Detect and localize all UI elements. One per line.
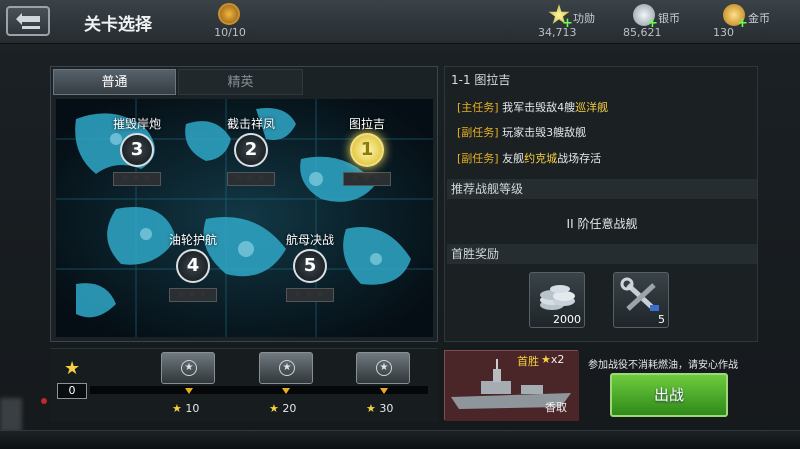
task-tag: [主任务] — [457, 101, 499, 114]
task-text: 我军击毁敌4艘 — [502, 101, 576, 114]
stage-stars: ★★★ — [113, 172, 161, 186]
page-title: 关卡选择 — [84, 15, 152, 35]
reward-header: 首胜奖励 — [447, 244, 757, 264]
stage-stars: ★★★ — [227, 172, 275, 186]
reward-count: 5 — [658, 313, 665, 326]
task-text: 战场存活 — [557, 152, 602, 165]
stage-stars: ★★★ — [286, 288, 334, 302]
star-icon: ★ — [64, 358, 81, 379]
stage-name: 图拉吉 — [348, 117, 385, 131]
stage-name: 截击祥凤 — [226, 117, 275, 131]
sub-task-2: [副任务] 友舰约克城战场存活 — [457, 150, 601, 166]
bottom-bar — [0, 430, 800, 449]
stage-node-1[interactable]: 图拉吉 1 ★★★ — [322, 115, 412, 186]
gold-label: 金币 — [748, 12, 770, 25]
task-tag: [副任务] — [457, 126, 499, 139]
stage-stars: ★★★ — [169, 288, 217, 302]
repair-tools-icon — [620, 277, 659, 311]
reward-chest-20[interactable]: ★ — [259, 352, 313, 384]
reward-repair[interactable]: 5 — [613, 272, 669, 328]
star-count: 0 — [57, 383, 87, 399]
reward-count: 2000 — [553, 313, 581, 326]
chest-emblem-icon: ★ — [279, 360, 295, 376]
stage-name: 航母决战 — [285, 233, 334, 247]
milestone-label: ★ 10 — [172, 402, 200, 415]
stage-node-4[interactable]: 油轮护航 4 ★★★ — [148, 231, 238, 302]
start-battle-button[interactable]: 出战 — [610, 373, 728, 417]
milestone-arrow-icon — [282, 388, 290, 394]
milestone-arrow-icon — [185, 388, 193, 394]
tab-elite[interactable]: 精英 — [178, 69, 303, 95]
stage-detail-panel: 1-1 图拉吉 [主任务] 我军击毁敌4艘巡洋舰 [副任务] 玩家击毁3艘敌舰 … — [444, 66, 758, 342]
ship-name: 香取 — [545, 401, 567, 414]
silver-value: 85,621 — [623, 26, 662, 39]
milestone-arrow-icon — [380, 388, 388, 394]
recommend-value: II 阶任意战舰 — [566, 217, 638, 231]
reward-silver[interactable]: 2000 — [529, 272, 585, 328]
stage-number[interactable]: 1 — [350, 133, 384, 167]
stage-node-5[interactable]: 航母决战 5 ★★★ — [265, 231, 355, 302]
stage-select-screen: 关卡选择 10/10 + 功勋 34,713 + 银币 85,621 + 金币 … — [0, 0, 800, 449]
stage-node-3[interactable]: 摧毁岸炮 3 ★★★ — [92, 115, 182, 186]
merit-label: 功勋 — [573, 12, 595, 25]
stage-node-2[interactable]: 截击祥凤 2 ★★★ — [206, 115, 296, 186]
task-text: 玩家击毁3艘敌舰 — [502, 126, 587, 139]
stage-number[interactable]: 2 — [234, 133, 268, 167]
campaign-map: 摧毁岸炮 3 ★★★ 截击祥凤 2 ★★★ 图拉吉 1 ★★★ 油轮护航 4 ★… — [56, 99, 433, 337]
top-bar: 关卡选择 10/10 + 功勋 34,713 + 银币 85,621 + 金币 … — [0, 0, 800, 44]
tab-normal[interactable]: 普通 — [53, 69, 176, 95]
notification-dot-icon — [41, 398, 47, 404]
milestone-label: ★ 20 — [269, 402, 297, 415]
first-win-multiplier: ★x2 — [541, 353, 565, 366]
fuel-icon — [218, 3, 240, 25]
stage-stars: ★★★ — [343, 172, 391, 186]
milestone-label: ★ 30 — [366, 402, 394, 415]
reward-chest-10[interactable]: ★ — [161, 352, 215, 384]
stage-number[interactable]: 3 — [120, 133, 154, 167]
first-win-label: 首胜 — [517, 355, 539, 368]
recommend-header: 推荐战舰等级 — [447, 179, 757, 199]
fuel-value: 10/10 — [214, 26, 246, 39]
task-highlight: 巡洋舰 — [575, 101, 609, 114]
gold-add-icon[interactable]: + — [737, 16, 748, 31]
stage-number[interactable]: 5 — [293, 249, 327, 283]
chest-emblem-icon: ★ — [181, 360, 197, 376]
stage-name: 摧毁岸炮 — [112, 117, 161, 131]
task-tag: [副任务] — [457, 152, 499, 165]
map-panel: 普通 精英 摧毁岸炮 3 ★★★ 截击祥凤 2 ★★★ 图拉吉 1 ★★★ 油轮… — [50, 66, 438, 342]
stage-name: 油轮护航 — [168, 233, 217, 247]
first-win-ship-card[interactable]: 首胜 ★x2 香取 — [444, 350, 579, 421]
back-button[interactable] — [6, 6, 50, 36]
sub-task-1: [副任务] 玩家击毁3艘敌舰 — [457, 124, 586, 140]
chest-emblem-icon: ★ — [376, 360, 392, 376]
stage-title: 1-1 图拉吉 — [451, 73, 511, 87]
star-progress-bar — [90, 386, 428, 394]
stage-number[interactable]: 4 — [176, 249, 210, 283]
task-text: 友舰 — [502, 152, 525, 165]
fuel-notice: 参加战役不消耗燃油，请安心作战 — [588, 360, 738, 371]
main-task: [主任务] 我军击毁敌4艘巡洋舰 — [457, 99, 608, 115]
silver-label: 银币 — [658, 12, 680, 25]
silver-coins-icon — [540, 285, 575, 310]
back-arrow-icon — [16, 13, 40, 29]
merit-value: 34,713 — [538, 26, 577, 39]
reward-chest-30[interactable]: ★ — [356, 352, 410, 384]
gold-value: 130 — [713, 26, 734, 39]
task-highlight: 约克城 — [524, 152, 558, 165]
side-widget[interactable] — [0, 398, 22, 432]
